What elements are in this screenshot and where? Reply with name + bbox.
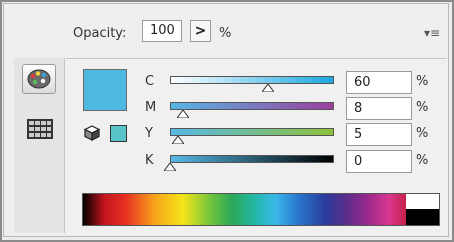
tab-swatches[interactable] [26, 118, 54, 140]
tab-color[interactable] [22, 64, 56, 94]
channel-slider-y[interactable] [170, 128, 334, 136]
channel-unit: % [416, 74, 429, 89]
channel-slider-c[interactable] [170, 76, 334, 84]
fill-color-swatch[interactable] [83, 69, 127, 111]
slider-thumb-y[interactable] [172, 136, 185, 144]
web-safe-color-swatch[interactable] [110, 125, 127, 142]
spectrum-white-swatch[interactable] [406, 194, 439, 209]
channel-value-y[interactable]: 5 [346, 123, 412, 146]
channel-value-k[interactable]: 0 [346, 150, 412, 173]
channel-label-c: C [145, 74, 155, 89]
channel-unit: % [416, 153, 429, 168]
spectrum-black-swatch[interactable] [406, 209, 439, 225]
slider-thumb-c[interactable] [262, 84, 275, 92]
color-palette-icon [27, 69, 51, 89]
slider-thumb-m[interactable] [177, 110, 190, 118]
channel-value-m[interactable]: 8 [346, 97, 412, 120]
channel-unit: % [416, 126, 429, 141]
channel-slider-m[interactable] [170, 102, 334, 110]
opacity-label: Opacity: [73, 26, 127, 41]
swatches-grid-icon [27, 119, 53, 139]
slider-thumb-k[interactable] [164, 163, 176, 171]
color-spectrum-bar[interactable] [82, 193, 440, 226]
opacity-input[interactable]: 100 [142, 20, 182, 42]
opacity-unit: % [219, 26, 232, 41]
channel-value-c[interactable]: 60 [346, 71, 412, 94]
channel-slider-k[interactable] [170, 155, 334, 163]
channel-label-y: Y [145, 126, 153, 141]
channel-unit: % [416, 100, 429, 115]
panel-menu-icon[interactable]: ▾≡ [424, 26, 440, 40]
channel-label-k: K [145, 153, 154, 168]
out-of-web-gamut-cube-icon[interactable] [84, 125, 100, 141]
opacity-popup-button[interactable]: > [190, 20, 211, 42]
channel-label-m: M [145, 100, 157, 115]
